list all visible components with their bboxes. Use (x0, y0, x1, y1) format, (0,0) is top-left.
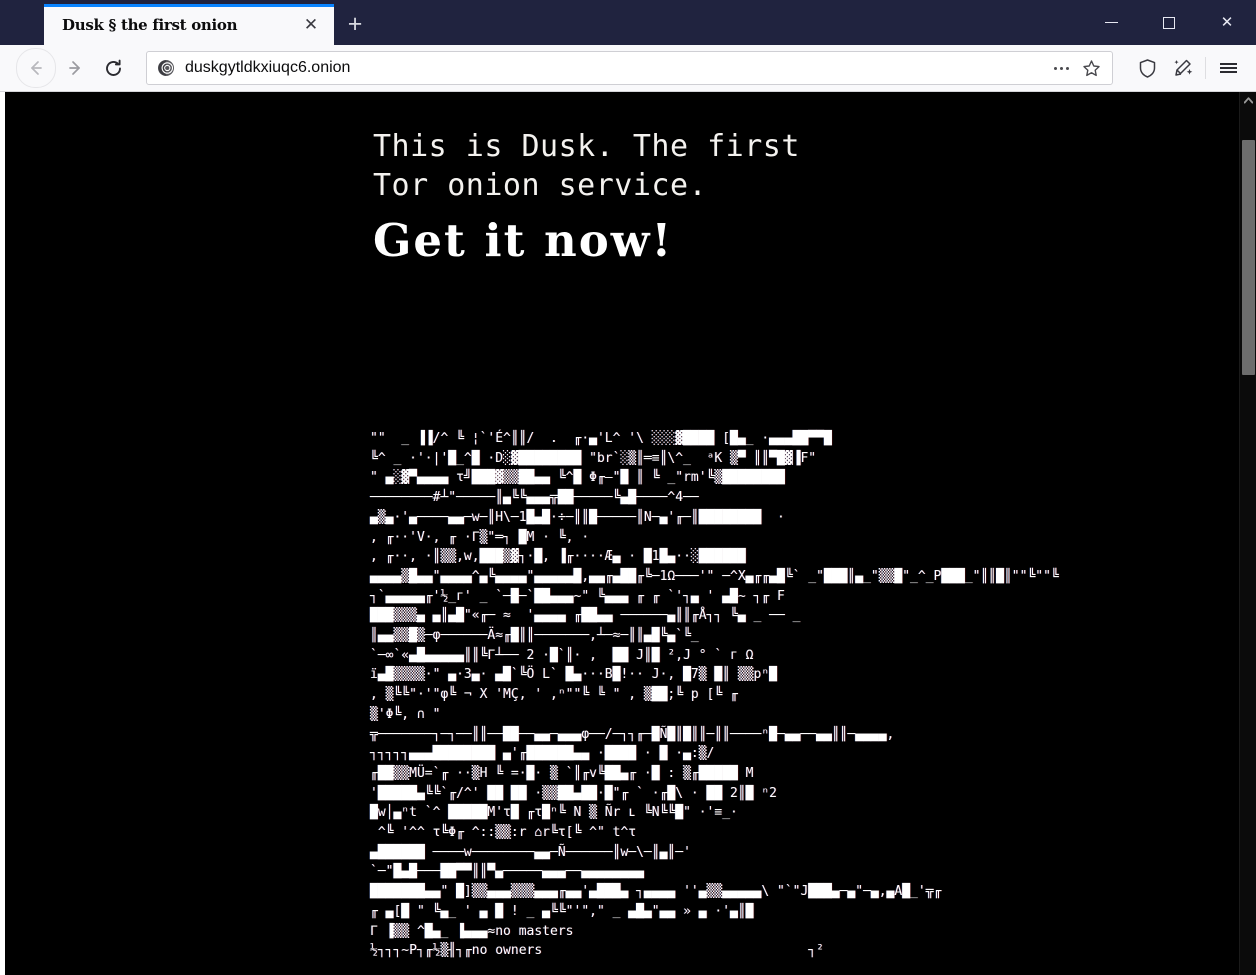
close-window-button[interactable]: ✕ (1198, 0, 1256, 45)
window-controls: ✕ (1082, 0, 1256, 45)
onion-icon (157, 59, 175, 77)
hamburger-glyph (1219, 61, 1237, 75)
page-actions-icon[interactable] (1046, 53, 1076, 83)
ellipsis-glyph (1053, 66, 1069, 70)
tab-active-accent (44, 4, 334, 7)
tab-title: Dusk § the first onion (62, 15, 238, 34)
url-text[interactable]: duskgytldkxiuqc6.onion (185, 59, 1046, 77)
tab-dusk[interactable]: Dusk § the first onion ✕ (44, 4, 334, 45)
ascii-art-block: "" _ ▐▐/^ ╚ ¦`'É^║║/ . ╓·▄'L^ '\ ░░░▓███… (370, 431, 1059, 959)
scroll-up-icon[interactable] (1240, 92, 1256, 109)
back-button[interactable] (16, 48, 56, 88)
toolbar-icon-group (1129, 50, 1246, 86)
maximize-icon (1163, 16, 1175, 29)
shield-icon[interactable] (1129, 50, 1165, 86)
page-content: This is Dusk. The first Tor onion servic… (5, 92, 1232, 975)
forward-button[interactable] (56, 49, 94, 87)
reload-button[interactable] (94, 49, 132, 87)
url-action-group (1046, 53, 1106, 83)
toolbar-divider (1205, 57, 1206, 79)
get-it-now-link[interactable]: Get it now! (373, 211, 1013, 271)
tab-strip: Dusk § the first onion ✕ + (0, 0, 376, 45)
page-headline: This is Dusk. The first Tor onion servic… (373, 127, 1013, 271)
arrow-right-icon (69, 61, 80, 75)
minimize-button[interactable] (1082, 0, 1140, 45)
page-viewport: This is Dusk. The first Tor onion servic… (0, 92, 1256, 975)
title-bar: Dusk § the first onion ✕ + ✕ (0, 0, 1256, 45)
close-tab-icon[interactable]: ✕ (298, 12, 324, 38)
maximize-button[interactable] (1140, 0, 1198, 45)
reload-icon (105, 59, 121, 76)
bookmark-star-icon[interactable] (1076, 53, 1106, 83)
vertical-scrollbar[interactable] (1239, 92, 1256, 975)
arrow-left-icon (31, 61, 42, 75)
sparkle-broom-icon[interactable] (1165, 50, 1201, 86)
navigation-toolbar: duskgytldkxiuqc6.onion (0, 45, 1256, 92)
address-bar[interactable]: duskgytldkxiuqc6.onion (146, 51, 1113, 85)
minimize-icon (1104, 22, 1118, 23)
browser-window: Dusk § the first onion ✕ + ✕ duskgytldkx… (0, 0, 1256, 975)
scrollbar-thumb[interactable] (1242, 140, 1255, 375)
hamburger-menu-icon[interactable] (1210, 50, 1246, 86)
headline-line-1: This is Dusk. The first (373, 129, 800, 164)
new-tab-button[interactable]: + (334, 4, 376, 45)
headline-line-2: Tor onion service. (373, 168, 708, 203)
